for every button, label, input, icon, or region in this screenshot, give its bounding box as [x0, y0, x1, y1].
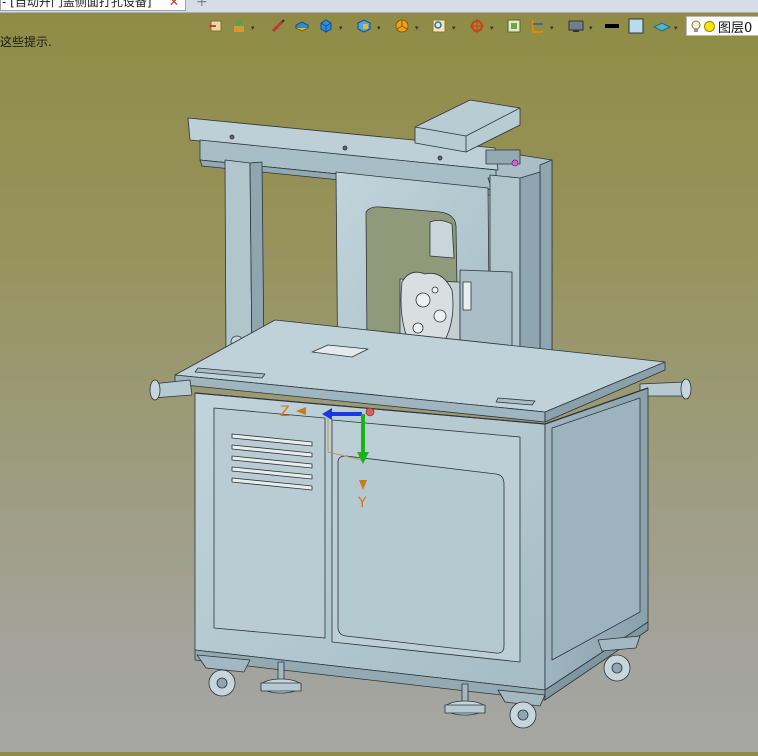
- plane-icon[interactable]: [653, 17, 671, 35]
- cad-model: Z Y: [149, 99, 692, 729]
- part-dropdown-icon[interactable]: ▾: [377, 24, 381, 32]
- view-toolbar: ▾ ▾ ▾ ▾ ▾ ▾ ▾ ▾ ▾: [205, 15, 758, 39]
- pie-dropdown-icon[interactable]: ▾: [415, 24, 419, 32]
- rotate-icon[interactable]: [468, 17, 486, 35]
- display-mode-icon[interactable]: [567, 17, 585, 35]
- assembly-dropdown-icon[interactable]: ▾: [251, 24, 255, 32]
- zoom-dropdown-icon[interactable]: ▾: [452, 24, 456, 32]
- layer-color-icon[interactable]: [704, 20, 715, 32]
- tab-bar: - [自动开门盖侧面打孔设备] ✕ +: [0, 0, 758, 13]
- face-color-icon[interactable]: [627, 17, 645, 35]
- lightbulb-icon[interactable]: [691, 20, 701, 32]
- rotate-dropdown-icon[interactable]: ▾: [490, 24, 494, 32]
- close-tab-icon[interactable]: ✕: [169, 0, 179, 9]
- triad-z-label: Z: [280, 404, 290, 420]
- document-tab[interactable]: - [自动开门盖侧面打孔设备] ✕: [0, 0, 186, 11]
- 3d-viewport[interactable]: Z Y: [0, 40, 758, 752]
- pie-icon[interactable]: [393, 17, 411, 35]
- zoom-fit-icon[interactable]: [430, 17, 448, 35]
- view-orient-icon[interactable]: [505, 17, 523, 35]
- part-icon[interactable]: [355, 17, 373, 35]
- layer-label: 图层0: [718, 20, 753, 36]
- base-cabinet: [194, 387, 649, 701]
- section-dropdown-icon[interactable]: ▾: [550, 24, 554, 32]
- new-tab-icon[interactable]: +: [196, 0, 208, 10]
- document-tab-title: - [自动开门盖侧面打孔设备]: [2, 0, 152, 9]
- solid-dropdown-icon[interactable]: ▾: [339, 24, 343, 32]
- extrude-icon[interactable]: [293, 17, 311, 35]
- triad-y-label: Y: [357, 495, 367, 511]
- assembly-icon[interactable]: [230, 17, 248, 35]
- layer-selector[interactable]: 图层0: [686, 16, 758, 36]
- plane-dropdown-icon[interactable]: ▾: [674, 24, 678, 32]
- solid-box-icon[interactable]: [317, 17, 335, 35]
- line-color-icon[interactable]: [603, 17, 621, 35]
- section-icon[interactable]: [529, 17, 547, 35]
- import-icon[interactable]: [207, 17, 225, 35]
- sketch-pen-icon[interactable]: [269, 17, 287, 35]
- display-dropdown-icon[interactable]: ▾: [589, 24, 593, 32]
